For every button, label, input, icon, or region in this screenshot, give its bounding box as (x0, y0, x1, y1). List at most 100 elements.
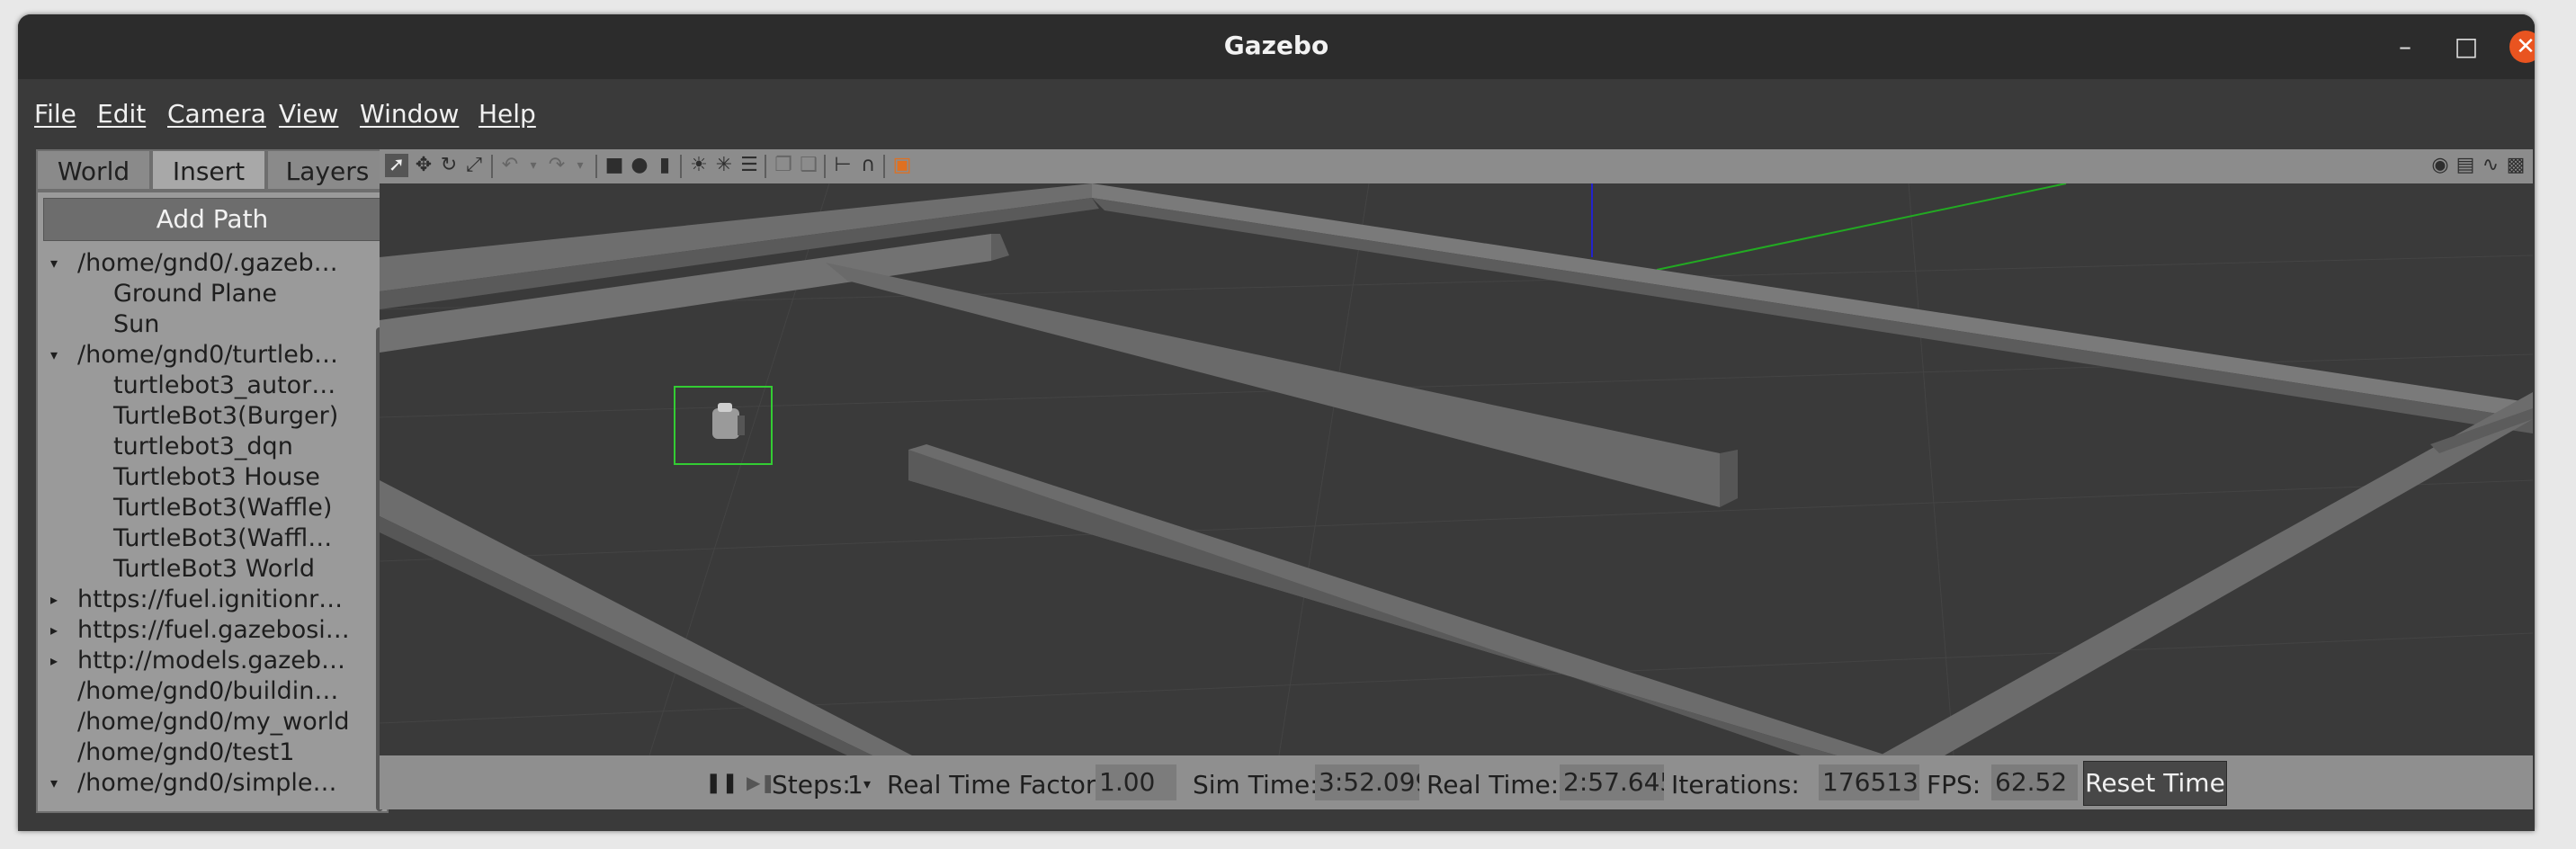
tree-item[interactable]: ▾ /home/gnd0/.gazeb… (38, 248, 371, 279)
gazebo-window: Gazebo – □ ✕ File Edit Camera View Windo… (18, 14, 2535, 831)
tree-item-label: TurtleBot3(Waffle) (113, 494, 333, 522)
tab-layers[interactable]: Layers (266, 149, 389, 191)
real-time-value: 2:57.645 (1560, 764, 1664, 800)
tree-item-label: turtlebot3_autor… (113, 371, 336, 399)
screenshot-icon[interactable]: ◉ (2428, 154, 2452, 177)
toolbar-separator (824, 155, 826, 178)
steps-chevron-icon[interactable]: ▾ (863, 775, 871, 792)
tree-item-label: TurtleBot3(Burger) (113, 402, 339, 430)
expand-arrow-icon[interactable]: ▾ (50, 248, 67, 279)
view-angle-icon[interactable]: ▣ (890, 154, 914, 177)
tree-item[interactable]: ▸ https://fuel.gazebosi… (38, 615, 371, 646)
tab-insert[interactable]: Insert (151, 149, 266, 191)
tree-item-label: /home/gnd0/simple… (77, 769, 337, 797)
iterations-value: 176513 (1819, 764, 1919, 800)
scale-mode-icon[interactable]: ⤢ (462, 154, 486, 177)
expand-arrow-icon[interactable]: ▾ (50, 340, 67, 371)
paste-icon[interactable]: ❑ (797, 154, 820, 177)
tree-item[interactable]: TurtleBot3(Waffl… (38, 523, 371, 554)
select-mode-icon[interactable]: ➚ (385, 154, 408, 177)
tree-item[interactable]: turtlebot3_dqn (38, 432, 371, 462)
render-viewport: ➚ ✥ ↻ ⤢ ↶ ▾ ↷ ▾ ■ ● ▮ ☀ ✳ ☰ ❐ ❑ ⊢ ∩ ▣ ◉ (380, 135, 2535, 811)
fps-value: 62.52 (1991, 764, 2078, 800)
left-panel: World Insert Layers Add Path ▾ /home/gnd0… (36, 135, 389, 813)
tree-item-label: TurtleBot3 World (113, 555, 316, 583)
cylinder-shape-icon[interactable]: ▮ (653, 154, 676, 177)
sim-time-label: Sim Time: (1193, 770, 1319, 800)
tree-item[interactable]: TurtleBot3(Waffle) (38, 493, 371, 523)
y-axis-line (1656, 183, 2067, 271)
tree-item-label: TurtleBot3(Waffl… (113, 524, 333, 552)
tree-item[interactable]: /home/gnd0/buildin… (38, 676, 371, 707)
tree-item[interactable]: TurtleBot3 World (38, 554, 371, 585)
window-title: Gazebo (1223, 31, 1329, 60)
snap-icon[interactable]: ∩ (856, 154, 880, 177)
pause-icon[interactable]: ❚❚ (705, 772, 738, 794)
add-path-button[interactable]: Add Path (43, 198, 381, 241)
steps-label: Steps: (772, 770, 851, 800)
tree-item[interactable]: ▾ /home/gnd0/turtleb… (38, 340, 371, 371)
directional-light-icon[interactable]: ☰ (738, 154, 761, 177)
tree-item[interactable]: ▸ https://fuel.ignitionr… (38, 585, 371, 615)
title-bar[interactable]: Gazebo – □ ✕ (18, 14, 2535, 79)
tree-item[interactable]: Turtlebot3 House (38, 462, 371, 493)
toolbar-separator (680, 155, 682, 178)
tree-item-label: https://fuel.gazebosi… (77, 616, 350, 644)
menu-edit[interactable]: Edit (97, 99, 146, 129)
menu-camera[interactable]: Camera (167, 99, 266, 129)
tree-item[interactable]: ▸ http://models.gazeb… (38, 646, 371, 676)
tree-item-label: /home/gnd0/my_world (77, 708, 350, 736)
tree-item-label: Ground Plane (113, 280, 277, 308)
tree-item-label: http://models.gazeb… (77, 647, 346, 675)
point-light-icon[interactable]: ☀ (687, 154, 711, 177)
reset-time-button[interactable]: Reset Time (2083, 761, 2227, 806)
tree-item[interactable]: Ground Plane (38, 279, 371, 309)
undo-icon[interactable]: ↶ (498, 154, 522, 177)
translate-mode-icon[interactable]: ✥ (412, 154, 435, 177)
tree-item[interactable]: Sun (38, 309, 371, 340)
menu-file[interactable]: File (34, 99, 76, 129)
close-button[interactable]: ✕ (2509, 31, 2535, 63)
log-icon[interactable]: ▤ (2454, 154, 2477, 177)
tree-item[interactable]: /home/gnd0/my_world (38, 707, 371, 737)
sim-time-value: 3:52.099 (1315, 764, 1419, 800)
toolbar-separator (491, 155, 493, 178)
3d-scene[interactable] (380, 183, 2533, 755)
walls (380, 183, 2533, 755)
spot-light-icon[interactable]: ✳ (712, 154, 736, 177)
minimize-button[interactable]: – (2389, 31, 2421, 63)
tree-item[interactable]: /home/gnd0/test1 (38, 737, 371, 768)
insert-panel: Add Path ▾ /home/gnd0/.gazeb… Ground Plane… (36, 191, 389, 813)
collapse-arrow-icon[interactable]: ▸ (50, 615, 67, 646)
viewport-toolbar: ➚ ✥ ↻ ⤢ ↶ ▾ ↷ ▾ ■ ● ▮ ☀ ✳ ☰ ❐ ❑ ⊢ ∩ ▣ ◉ (380, 149, 2533, 184)
plot-icon[interactable]: ∿ (2479, 154, 2502, 177)
redo-icon[interactable]: ↷ (545, 154, 568, 177)
fps-label: FPS: (1927, 770, 1981, 800)
collapse-arrow-icon[interactable]: ▸ (50, 646, 67, 676)
status-bar: ❚❚ ▶❚ Steps: 1 ▾ Real Time Factor: 1.00 … (380, 755, 2533, 809)
video-record-icon[interactable]: ▩ (2504, 154, 2527, 177)
tree-item[interactable]: TurtleBot3(Burger) (38, 401, 371, 432)
box-shape-icon[interactable]: ■ (603, 154, 626, 177)
tab-world[interactable]: World (36, 149, 151, 191)
steps-value[interactable]: 1 (847, 770, 863, 800)
toolbar-separator (883, 155, 885, 178)
expand-arrow-icon[interactable]: ▾ (50, 768, 67, 799)
rotate-mode-icon[interactable]: ↻ (437, 154, 461, 177)
iterations-label: Iterations: (1671, 770, 1800, 800)
sphere-shape-icon[interactable]: ● (628, 154, 651, 177)
collapse-arrow-icon[interactable]: ▸ (50, 585, 67, 615)
toolbar-separator (595, 155, 597, 178)
turtlebot-model[interactable] (712, 403, 745, 439)
copy-icon[interactable]: ❐ (772, 154, 795, 177)
menu-view[interactable]: View (279, 99, 338, 129)
redo-history-icon[interactable]: ▾ (568, 154, 592, 177)
align-icon[interactable]: ⊢ (831, 154, 854, 177)
menu-window[interactable]: Window (360, 99, 459, 129)
tree-item[interactable]: turtlebot3_autor… (38, 371, 371, 401)
tree-item[interactable]: ▾ /home/gnd0/simple… (38, 768, 371, 799)
tree-item-label: Sun (113, 310, 160, 338)
menu-help[interactable]: Help (479, 99, 536, 129)
undo-history-icon[interactable]: ▾ (522, 154, 545, 177)
maximize-button[interactable]: □ (2450, 31, 2482, 63)
